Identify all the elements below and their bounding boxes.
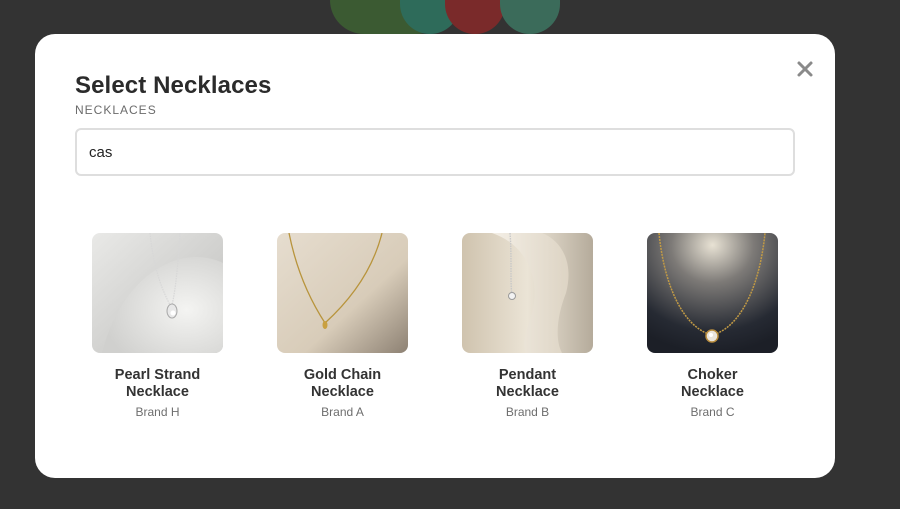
product-card[interactable]: Pendant Necklace Brand B <box>462 233 593 419</box>
product-brand: Brand C <box>690 405 735 419</box>
product-name: Gold Chain Necklace <box>303 367 382 400</box>
product-card[interactable]: Choker Necklace Brand C <box>647 233 778 419</box>
close-icon <box>797 61 813 77</box>
product-card[interactable]: Pearl Strand Necklace Brand H <box>92 233 223 419</box>
product-image <box>462 233 593 353</box>
background-content-blob <box>445 0 505 34</box>
search-input[interactable] <box>75 128 795 176</box>
product-name: Pendant Necklace <box>496 367 559 400</box>
product-brand: Brand B <box>505 405 550 419</box>
product-image <box>92 233 223 353</box>
select-necklaces-modal: Select Necklaces NECKLACES cas Pearl Str… <box>35 34 835 478</box>
modal-subtitle: NECKLACES <box>75 103 157 117</box>
modal-title: Select Necklaces <box>75 72 272 99</box>
product-image <box>277 233 408 353</box>
product-name: Choker Necklace <box>681 367 744 400</box>
product-grid: Pearl Strand Necklace Brand H Gold Chain… <box>92 233 792 433</box>
background-content-blob <box>500 0 560 34</box>
product-image <box>647 233 778 353</box>
product-name: Pearl Strand Necklace <box>114 367 201 400</box>
product-brand: Brand A <box>321 405 364 419</box>
close-button[interactable] <box>795 59 815 79</box>
product-brand: Brand H <box>135 405 180 419</box>
product-card[interactable]: Gold Chain Necklace Brand A <box>277 233 408 419</box>
